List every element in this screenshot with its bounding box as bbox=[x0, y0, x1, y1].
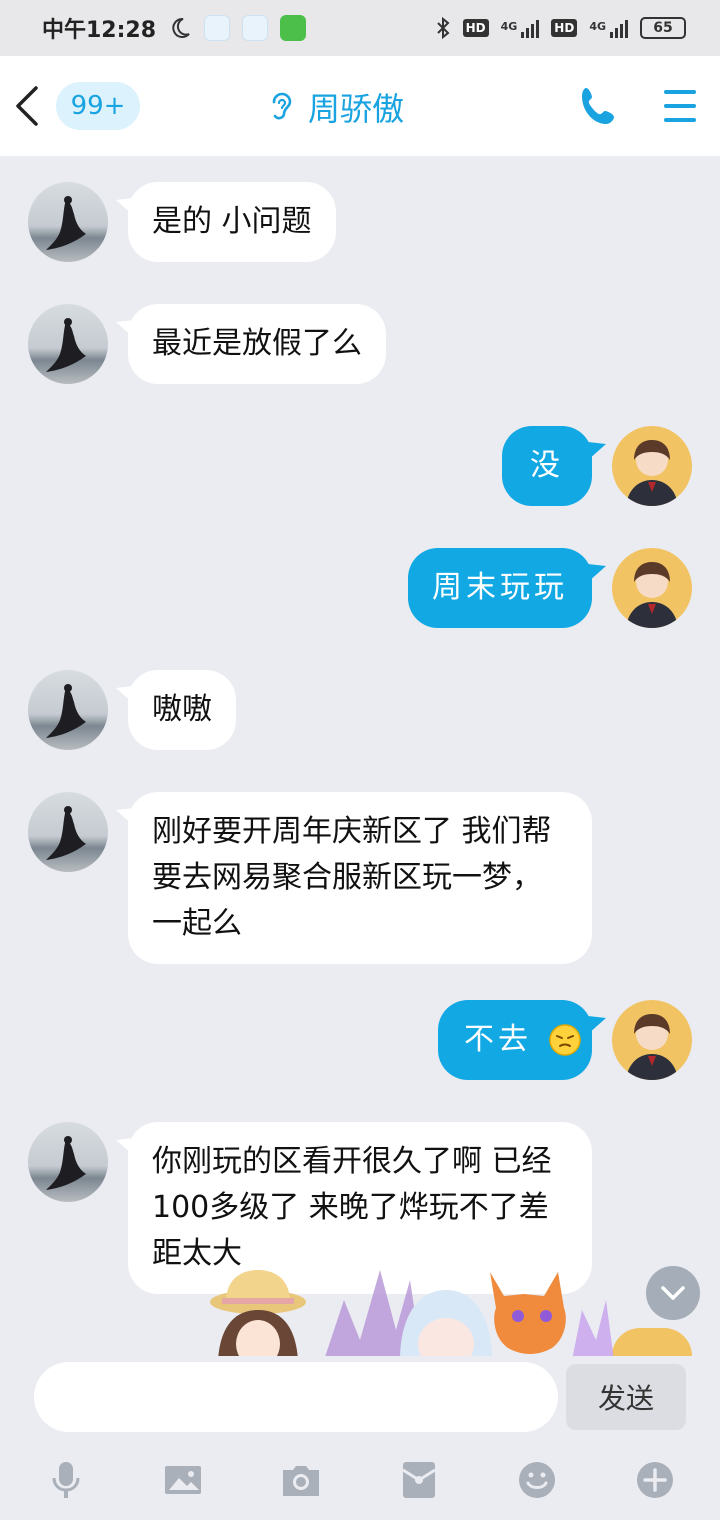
message-text: 不去 bbox=[464, 1022, 532, 1057]
chevron-down-icon bbox=[661, 1286, 685, 1300]
microphone-icon[interactable] bbox=[46, 1460, 86, 1500]
broom-app-icon bbox=[204, 15, 231, 41]
menu-icon[interactable] bbox=[662, 86, 698, 126]
my-avatar[interactable] bbox=[612, 1328, 692, 1356]
contact-avatar[interactable] bbox=[28, 670, 108, 750]
my-avatar[interactable] bbox=[612, 1000, 692, 1080]
status-right: HD 4G HD 4G 65 bbox=[435, 16, 686, 40]
image-icon[interactable] bbox=[163, 1460, 203, 1500]
network-type-2: 4G bbox=[589, 20, 606, 33]
message-bubble[interactable]: 不去 bbox=[438, 1000, 592, 1080]
status-time: 中午12:28 bbox=[42, 18, 157, 43]
my-avatar[interactable] bbox=[612, 426, 692, 506]
contact-avatar[interactable] bbox=[28, 182, 108, 262]
message-bubble[interactable]: 没 bbox=[502, 426, 592, 506]
chat-header: 99+ 周骄傲 bbox=[0, 56, 720, 156]
android-app-icon bbox=[280, 15, 307, 41]
composer-bar: 发送 bbox=[0, 1356, 720, 1520]
signal-icon bbox=[521, 18, 540, 38]
broom-app-icon-2 bbox=[242, 15, 269, 41]
status-bar: 中午12:28 HD 4G HD 4G 65 bbox=[0, 0, 720, 56]
message-input[interactable] bbox=[34, 1362, 558, 1432]
contact-title[interactable]: 周骄傲 bbox=[268, 84, 404, 130]
message-bubble[interactable]: 嗷嗷 bbox=[128, 670, 236, 750]
send-button[interactable]: 发送 bbox=[566, 1364, 686, 1430]
unread-count-badge[interactable]: 99+ bbox=[56, 82, 140, 130]
phone-call-icon[interactable] bbox=[578, 84, 622, 128]
signal-icon-2 bbox=[610, 18, 628, 38]
sticker-characters bbox=[200, 1262, 620, 1360]
message-bubble[interactable]: 最近是放假了么 bbox=[128, 304, 386, 384]
plus-icon[interactable] bbox=[635, 1460, 675, 1500]
message-bubble[interactable]: 周末玩玩 bbox=[408, 548, 592, 628]
scroll-to-bottom-button[interactable] bbox=[646, 1266, 700, 1320]
message-bubble[interactable]: 刚好要开周年庆新区了 我们帮要去网易聚合服新区玩一梦，一起么 bbox=[128, 792, 592, 964]
message-bubble[interactable]: 是的 小问题 bbox=[128, 182, 336, 262]
camera-icon[interactable] bbox=[281, 1460, 321, 1500]
bluetooth-icon bbox=[436, 16, 450, 40]
contact-avatar[interactable] bbox=[28, 304, 108, 384]
contact-avatar[interactable] bbox=[28, 792, 108, 872]
my-avatar[interactable] bbox=[612, 548, 692, 628]
hd-badge-2: HD bbox=[551, 19, 578, 37]
contact-avatar[interactable] bbox=[28, 1122, 108, 1202]
back-arrow-icon[interactable] bbox=[10, 82, 50, 130]
emoji-sticker-icon bbox=[548, 1024, 581, 1056]
status-left: 中午12:28 bbox=[42, 12, 307, 44]
message-list[interactable]: 是的 小问题 最近是放假了么 没 周末玩玩 嗷嗷 刚好要开周年庆新区了 我们帮要… bbox=[0, 156, 720, 1356]
ear-icon bbox=[272, 92, 292, 120]
network-type: 4G bbox=[500, 20, 518, 33]
battery-indicator: 65 bbox=[640, 17, 686, 39]
moon-icon bbox=[172, 17, 190, 38]
emoji-icon[interactable] bbox=[517, 1460, 557, 1500]
hd-badge: HD bbox=[462, 19, 489, 37]
contact-name: 周骄傲 bbox=[308, 90, 405, 128]
red-packet-icon[interactable] bbox=[399, 1460, 439, 1500]
